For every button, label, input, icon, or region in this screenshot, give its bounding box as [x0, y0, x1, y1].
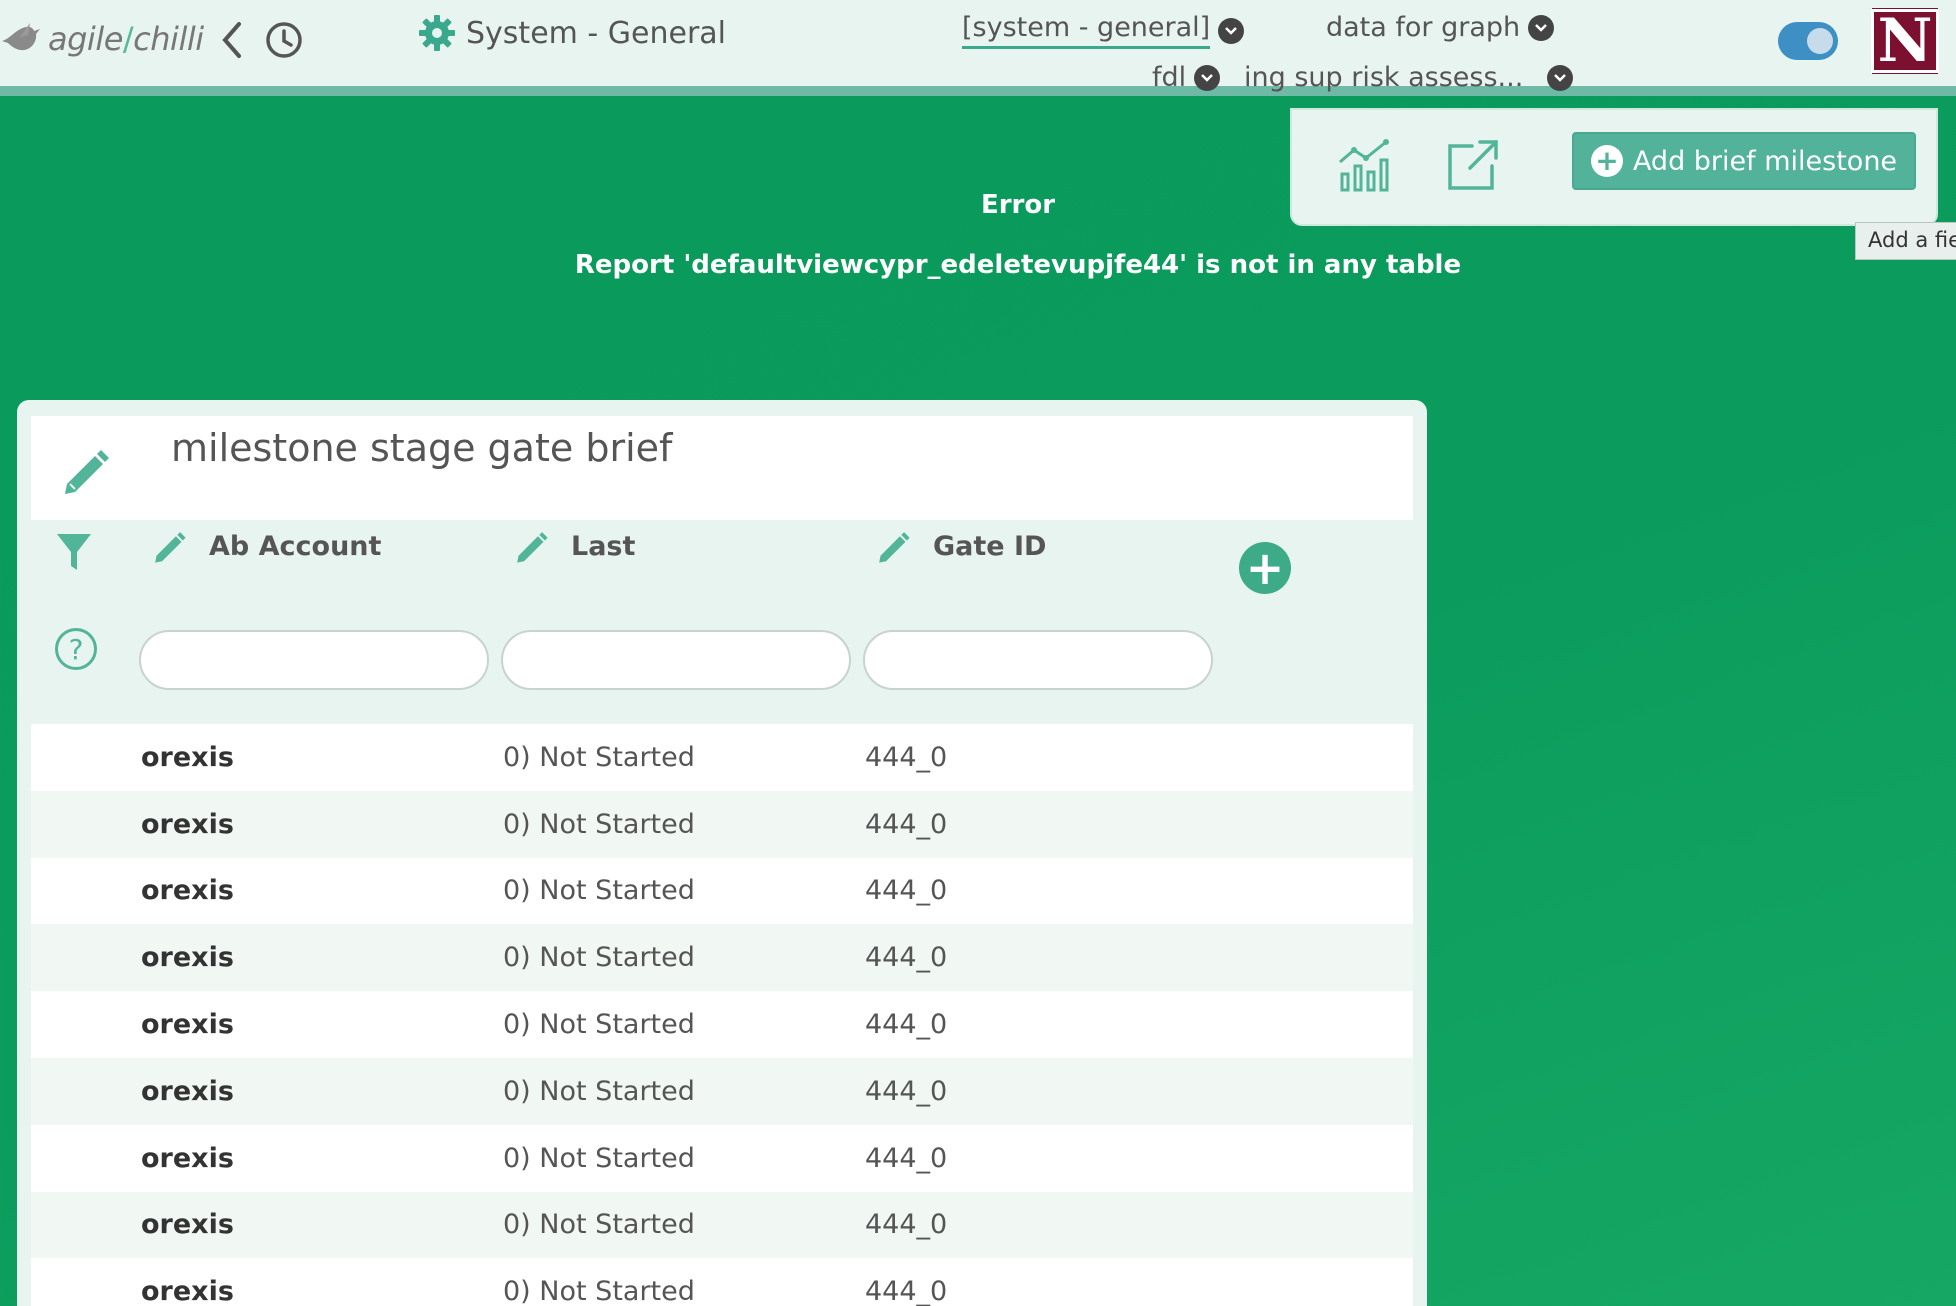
table-cell: orexis: [141, 875, 234, 907]
page-title: System - General: [466, 15, 726, 51]
table-row[interactable]: orexis 0) Not Started 444_0: [31, 857, 1413, 925]
table-cell: 444_0: [865, 942, 948, 974]
table-cell: 444_0: [865, 741, 948, 773]
add-brief-milestone-button[interactable]: + Add brief milestone: [1572, 132, 1916, 190]
column-label: Ab Account: [209, 530, 382, 562]
chevron-left-icon: [222, 22, 241, 58]
bird-logo-icon: [2, 23, 40, 51]
add-button-label: Add brief milestone: [1632, 145, 1898, 177]
table-cell: 0) Not Started: [503, 942, 695, 974]
top-bar: agile/chilli System - General [system - …: [0, 0, 1956, 96]
column-header-gate-id[interactable]: Gate ID: [875, 528, 1046, 564]
chevron-down-icon: [1218, 17, 1245, 44]
table-cell: orexis: [141, 1276, 234, 1306]
table-cell: orexis: [141, 942, 234, 974]
column-label: Last: [571, 530, 636, 562]
pencil-icon[interactable]: [59, 444, 111, 496]
table-row[interactable]: orexis 0) Not Started 444_0: [31, 724, 1413, 791]
pencil-icon[interactable]: [875, 528, 911, 564]
table-cell: 0) Not Started: [503, 1142, 695, 1174]
table-cell: 0) Not Started: [503, 741, 695, 773]
table-cell: 444_0: [865, 875, 948, 907]
selector-system-general[interactable]: [system - general]: [962, 12, 1245, 49]
table-cell: 0) Not Started: [503, 875, 695, 907]
column-header-ab-account[interactable]: Ab Account: [151, 528, 381, 564]
error-message: Report 'defaultviewcypr_edeletevupjfe44'…: [574, 250, 1462, 280]
history-button[interactable]: [264, 18, 304, 62]
error-title: Error: [980, 190, 1056, 220]
table-cell: orexis: [141, 1142, 234, 1174]
table-row[interactable]: orexis 0) Not Started 444_0: [31, 1124, 1413, 1192]
table-row[interactable]: orexis 0) Not Started 444_0: [31, 1057, 1413, 1125]
column-header-last[interactable]: Last: [513, 528, 635, 564]
selector-label: fdl: [1152, 62, 1187, 93]
open-external-icon[interactable]: [1442, 136, 1502, 196]
panel-title: milestone stage gate brief: [171, 426, 673, 470]
table-cell: orexis: [141, 808, 234, 840]
table-cell: 444_0: [865, 808, 948, 840]
table-row[interactable]: orexis 0) Not Started 444_0: [31, 991, 1413, 1058]
back-button[interactable]: [212, 18, 252, 62]
table-cell: 444_0: [865, 1075, 948, 1107]
table-cell: 444_0: [865, 1142, 948, 1174]
selector-label: ing sup risk assess...: [1244, 62, 1524, 93]
page-heading: System - General: [418, 14, 726, 52]
avatar-letter: N: [1870, 9, 1940, 73]
toggle-knob: [1807, 28, 1833, 54]
selector-data-for-graph[interactable]: data for graph: [1326, 12, 1555, 43]
pencil-icon[interactable]: [151, 528, 187, 564]
table-cell: 0) Not Started: [503, 1209, 695, 1241]
filter-icon[interactable]: [55, 532, 93, 572]
filter-input-last[interactable]: [501, 630, 851, 690]
logo-text: agile/chilli: [48, 20, 204, 58]
help-icon[interactable]: ?: [55, 628, 97, 670]
table-cell: 0) Not Started: [503, 1276, 695, 1306]
app-logo[interactable]: agile/chilli: [0, 14, 204, 64]
table-cell: 0) Not Started: [503, 808, 695, 840]
gear-icon: [419, 15, 455, 51]
mode-toggle[interactable]: [1778, 22, 1838, 60]
table-cell: orexis: [141, 1209, 234, 1241]
selector-fdl[interactable]: fdl: [1152, 62, 1221, 93]
table-cell: 444_0: [865, 1209, 948, 1241]
table-cell: 0) Not Started: [503, 1075, 695, 1107]
table-body: orexis 0) Not Started 444_0 orexis 0) Not St…: [31, 724, 1413, 1306]
selector-label: [system - general]: [962, 12, 1211, 49]
report-panel: milestone stage gate brief Ab Account La…: [17, 400, 1427, 1306]
clock-icon: [266, 22, 302, 58]
chevron-down-icon: [1547, 64, 1574, 91]
add-column-button[interactable]: +: [1239, 542, 1291, 594]
table-row[interactable]: orexis 0) Not Started 444_0: [31, 1258, 1413, 1306]
plus-circle-icon: +: [1590, 145, 1623, 177]
table-cell: 444_0: [865, 1276, 948, 1306]
filter-input-ab-account[interactable]: [139, 630, 489, 690]
table-cell: orexis: [141, 1075, 234, 1107]
selector-label: data for graph: [1326, 12, 1521, 43]
table-cell: orexis: [141, 741, 234, 773]
selector-risk-assess[interactable]: ing sup risk assess...: [1244, 62, 1574, 93]
table-row[interactable]: orexis 0) Not Started 444_0: [31, 1191, 1413, 1259]
table-row[interactable]: orexis 0) Not Started 444_0: [31, 790, 1413, 858]
pencil-icon[interactable]: [513, 528, 549, 564]
chevron-down-icon: [1194, 64, 1221, 91]
user-avatar[interactable]: N: [1870, 8, 1940, 74]
chart-icon[interactable]: [1336, 136, 1396, 196]
chevron-down-icon: [1528, 14, 1555, 41]
table-cell: orexis: [141, 1009, 234, 1041]
panel-header: milestone stage gate brief: [31, 416, 1413, 520]
table-cell: 0) Not Started: [503, 1009, 695, 1041]
table-cell: 444_0: [865, 1009, 948, 1041]
table-row[interactable]: orexis 0) Not Started 444_0: [31, 924, 1413, 992]
filter-input-gate-id[interactable]: [863, 630, 1213, 690]
column-label: Gate ID: [933, 530, 1047, 562]
